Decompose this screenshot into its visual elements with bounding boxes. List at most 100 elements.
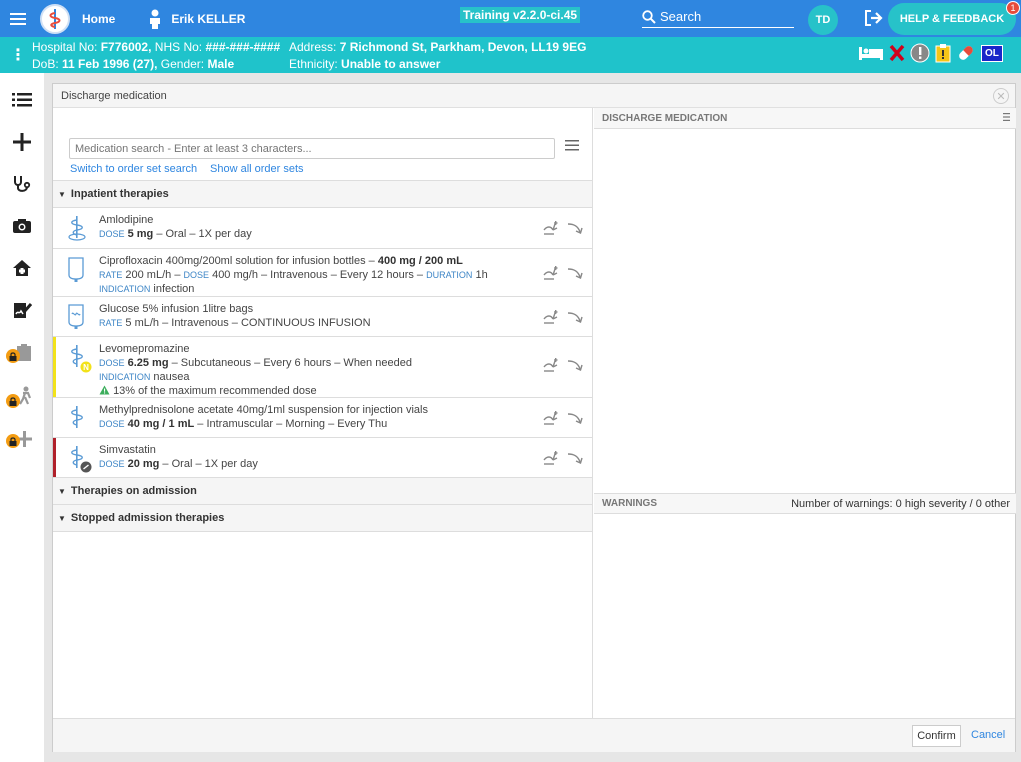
list-icon[interactable] <box>0 80 44 120</box>
warnings-count: Number of warnings: 0 high severity / 0 … <box>791 497 1010 510</box>
medication-row[interactable]: Amlodipine DOSE 5 mg – Oral – 1X per day <box>53 208 592 249</box>
user-icon <box>145 8 165 30</box>
warning-triangle-icon <box>99 385 110 395</box>
medication-row[interactable]: Simvastatin DOSE 20 mg – Oral – 1X per d… <box>53 438 592 478</box>
continue-arrow-icon[interactable] <box>566 410 584 426</box>
medication-name: Methylprednisolone acetate 40mg/1ml susp… <box>99 404 428 416</box>
prescribe-icon[interactable] <box>542 410 560 426</box>
more-vertical-icon[interactable]: ⋮ <box>10 45 26 65</box>
alert-icon[interactable] <box>910 43 930 63</box>
prescribe-icon[interactable] <box>542 309 560 325</box>
logout-icon[interactable] <box>864 9 884 30</box>
patient-status-icons: OL <box>858 43 1003 63</box>
tablet-medication-icon <box>67 215 87 244</box>
medication-row[interactable]: N Levomepromazine DOSE 6.25 mg – Subcuta… <box>53 337 592 398</box>
collapse-triangle-icon: ▼ <box>58 513 66 523</box>
therapies-pane: Switch to order set search Show all orde… <box>53 108 593 718</box>
user-avatar[interactable]: TD <box>808 5 838 35</box>
medication-row[interactable]: Ciprofloxacin 400mg/200ml solution for i… <box>53 249 592 297</box>
discharge-pane: DISCHARGE MEDICATION WARNINGS Number of … <box>594 108 1016 718</box>
infusion-bag-icon <box>67 256 85 285</box>
clipboard-alert-icon[interactable] <box>935 43 951 63</box>
options-icon[interactable] <box>1003 112 1010 124</box>
alert-flag <box>53 438 56 477</box>
medication-name: Simvastatin <box>99 444 156 456</box>
injection-medication-icon: N <box>67 344 93 377</box>
collapse-triangle-icon: ▼ <box>58 486 66 496</box>
dialog-header: Discharge medication ✕ <box>53 84 1015 108</box>
menu-lines-icon[interactable] <box>565 140 579 154</box>
search-label: Search <box>660 9 702 24</box>
cancel-link[interactable]: Cancel <box>971 729 1005 741</box>
section-therapies-on-admission[interactable]: ▼ Therapies on admission <box>53 478 592 505</box>
patient-ethnicity: Ethnicity: Unable to answer <box>289 57 441 71</box>
home-link[interactable]: Home <box>82 12 115 26</box>
patient-dob-gender: DoB: 11 Feb 1996 (27), Gender: Male <box>32 57 235 71</box>
continue-arrow-icon[interactable] <box>566 265 584 281</box>
medication-search-area: Switch to order set search Show all orde… <box>53 108 592 181</box>
continue-arrow-icon[interactable] <box>566 357 584 373</box>
discharge-medication-header: DISCHARGE MEDICATION <box>594 108 1016 129</box>
sign-document-icon[interactable] <box>0 290 44 330</box>
discharge-medication-list <box>594 129 1016 493</box>
injection-medication-icon <box>67 405 87 434</box>
medication-row[interactable]: Glucose 5% infusion 1litre bags RATE 5 m… <box>53 297 592 337</box>
bed-icon[interactable] <box>858 44 884 62</box>
show-all-order-sets-link[interactable]: Show all order sets <box>210 163 304 175</box>
patient-ids: Hospital No: F776002, NHS No: ###-###-##… <box>32 40 281 54</box>
collapse-triangle-icon: ▼ <box>58 189 66 199</box>
app-logo <box>40 3 70 34</box>
prescribe-icon[interactable] <box>542 265 560 281</box>
notification-badge: 1 <box>1006 1 1020 15</box>
hamburger-menu-icon[interactable] <box>0 0 36 37</box>
lock-icon <box>6 349 20 363</box>
tablet-medication-icon <box>67 445 93 476</box>
dialog-footer: Confirm Cancel <box>53 718 1015 752</box>
home-care-icon[interactable] <box>0 248 44 288</box>
discharge-medication-dialog: Discharge medication ✕ Switch to order s… <box>52 83 1016 752</box>
section-stopped-admission-therapies[interactable]: ▼ Stopped admission therapies <box>53 505 592 532</box>
prescribe-icon[interactable] <box>542 357 560 373</box>
training-badge: Training v2.2.0-ci.45 <box>460 7 581 23</box>
continue-arrow-icon[interactable] <box>566 450 584 466</box>
camera-icon[interactable] <box>0 206 44 246</box>
infusion-bag-icon <box>67 303 85 332</box>
patient-name[interactable]: Erik KELLER <box>171 12 245 26</box>
locked-transfer-icon[interactable] <box>0 376 44 416</box>
locked-clipboard-icon[interactable] <box>0 333 44 373</box>
search-icon <box>642 9 656 24</box>
prn-flag <box>53 337 56 397</box>
add-icon[interactable] <box>0 122 44 162</box>
confirm-button[interactable]: Confirm <box>912 725 961 747</box>
stethoscope-icon[interactable] <box>0 164 44 204</box>
prn-badge: N <box>83 363 89 372</box>
no-resus-icon[interactable] <box>889 44 905 62</box>
lock-icon <box>6 394 20 408</box>
section-inpatient-therapies[interactable]: ▼ Inpatient therapies <box>53 181 592 208</box>
switch-order-set-link[interactable]: Switch to order set search <box>70 163 197 175</box>
continue-arrow-icon[interactable] <box>566 220 584 236</box>
global-search[interactable]: Search <box>642 6 794 28</box>
medication-name: Amlodipine <box>99 214 154 226</box>
pill-icon[interactable] <box>956 43 976 63</box>
lock-icon <box>6 434 20 448</box>
medication-name: Ciprofloxacin 400mg/200ml solution for i… <box>99 255 463 267</box>
close-icon[interactable]: ✕ <box>993 88 1009 104</box>
locked-add-icon[interactable] <box>0 419 44 459</box>
prescribe-icon[interactable] <box>542 220 560 236</box>
medication-name: Glucose 5% infusion 1litre bags <box>99 303 254 315</box>
help-feedback-button[interactable]: HELP & FEEDBACK <box>888 3 1016 35</box>
dialog-title: Discharge medication <box>61 89 167 102</box>
prescribe-icon[interactable] <box>542 450 560 466</box>
left-sidebar <box>0 73 44 762</box>
dose-warning-text: 13% of the maximum recommended dose <box>113 385 317 397</box>
warnings-header: WARNINGS Number of warnings: 0 high seve… <box>594 493 1016 514</box>
medication-row[interactable]: Methylprednisolone acetate 40mg/1ml susp… <box>53 398 592 438</box>
medication-name: Levomepromazine <box>99 343 190 355</box>
patient-address: Address: 7 Richmond St, Parkham, Devon, … <box>289 40 587 54</box>
medication-search-input[interactable] <box>69 138 555 159</box>
ol-badge[interactable]: OL <box>981 44 1003 62</box>
patient-banner: ⋮ Hospital No: F776002, NHS No: ###-###-… <box>0 37 1021 73</box>
top-bar: Home Erik KELLER Training v2.2.0-ci.45 S… <box>0 0 1021 37</box>
continue-arrow-icon[interactable] <box>566 309 584 325</box>
